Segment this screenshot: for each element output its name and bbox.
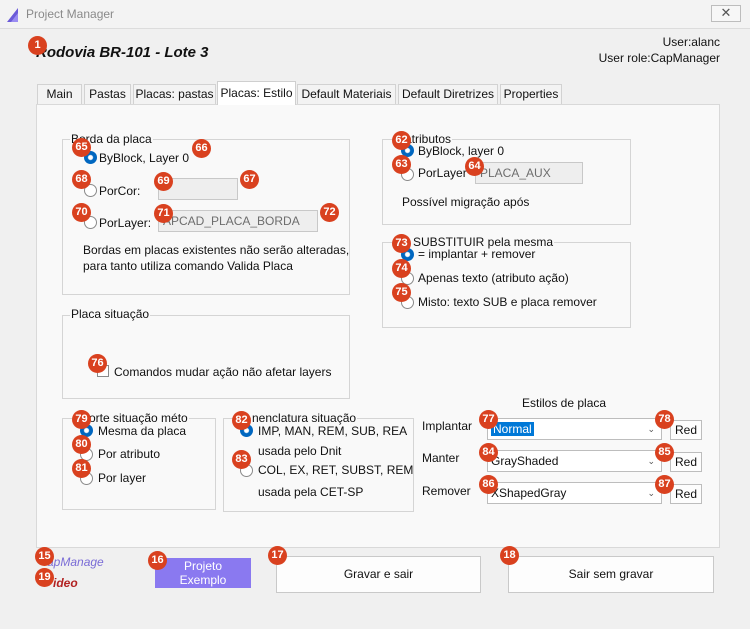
borda-note-line2: para tanto utiliza comando Valida Placa	[83, 259, 293, 273]
estilo-manter-value: GrayShaded	[491, 454, 559, 468]
badge-65: 65	[72, 138, 91, 157]
badge-15: 15	[35, 547, 54, 566]
estilo-manter-select[interactable]: GrayShaded ⌄	[487, 450, 662, 472]
badge-70: 70	[72, 203, 91, 222]
app-logo-icon	[7, 8, 18, 22]
user-role-label: User role:CapManager	[598, 51, 720, 65]
badge-77: 77	[479, 410, 498, 429]
tab-pastas[interactable]: Pastas	[84, 84, 131, 104]
badge-72: 72	[320, 203, 339, 222]
suporte-opt2-label: Por atributo	[98, 447, 161, 461]
badge-84: 84	[479, 443, 498, 462]
badge-67: 67	[240, 170, 259, 189]
close-button[interactable]: ✕	[711, 5, 741, 22]
estilo-implantar-label: Implantar	[422, 419, 473, 433]
estilo-remover-red-button[interactable]: Red	[670, 484, 702, 504]
badge-76: 76	[88, 354, 107, 373]
nomenclatura-opt2-line1: COL, EX, RET, SUBST, REM	[258, 463, 414, 477]
borda-byblock-label: ByBlock, Layer 0	[99, 151, 190, 165]
situacao-group-label: Placa situação	[70, 307, 151, 321]
chevron-down-icon: ⌄	[647, 488, 655, 498]
chevron-down-icon: ⌄	[647, 424, 655, 434]
borda-porlayer-label: PorLayer:	[99, 216, 152, 230]
badge-74: 74	[392, 259, 411, 278]
save-exit-button[interactable]: Gravar e sair	[276, 556, 481, 593]
estilo-remover-label: Remover	[422, 484, 471, 498]
suporte-opt1-label: Mesma da placa	[98, 424, 187, 438]
badge-71: 71	[154, 204, 173, 223]
badge-78: 78	[655, 410, 674, 429]
situacao-checkbox-label: Comandos mudar ação não afetar layers	[114, 365, 332, 379]
badge-62: 62	[392, 131, 411, 150]
suporte-group-label: orte situação méto	[88, 411, 189, 425]
user-label: User:alanc	[662, 35, 720, 49]
badge-73: 73	[392, 234, 411, 253]
tab-placas-pastas[interactable]: Placas: pastas	[133, 84, 216, 104]
tab-default-diretrizes[interactable]: Default Diretrizes	[398, 84, 498, 104]
estilo-manter-label: Manter	[422, 451, 460, 465]
atributos-byblock-label: ByBlock, layer 0	[418, 144, 505, 158]
badge-69: 69	[154, 172, 173, 191]
substituir-opt1-label: = implantar + remover	[418, 247, 536, 261]
suporte-opt3-label: Por layer	[98, 471, 147, 485]
badge-80: 80	[72, 435, 91, 454]
nomenclatura-opt2-line2: usada pela CET-SP	[258, 485, 364, 499]
exit-without-save-button[interactable]: Sair sem gravar	[508, 556, 714, 593]
estilo-implantar-select[interactable]: Normal ⌄	[487, 418, 662, 440]
substituir-opt3-label: Misto: texto SUB e placa remover	[418, 295, 597, 309]
badge-68: 68	[72, 170, 91, 189]
borda-layer-field[interactable]: APCAD_PLACA_BORDA	[158, 210, 318, 232]
badge-85: 85	[655, 443, 674, 462]
nomenclatura-opt1-line2: usada pelo Dnit	[258, 444, 342, 458]
brand-video[interactable]: ideo	[53, 576, 78, 590]
nomenclatura-group-label: nenclatura situação	[251, 411, 358, 425]
brand-capmanage: apManage	[47, 555, 104, 569]
borda-porcor-label: PorCor:	[99, 184, 141, 198]
badge-87: 87	[655, 475, 674, 494]
estilo-implantar-value: Normal	[491, 422, 534, 436]
tab-main[interactable]: Main	[37, 84, 82, 104]
badge-81: 81	[72, 459, 91, 478]
estilo-manter-red-button[interactable]: Red	[670, 452, 702, 472]
badge-17: 17	[268, 546, 287, 565]
substituir-opt2-label: Apenas texto (atributo ação)	[418, 271, 569, 285]
badge-18: 18	[500, 546, 519, 565]
atributos-note: Possível migração após	[402, 195, 530, 209]
estilo-implantar-red-button[interactable]: Red	[670, 420, 702, 440]
atributos-porlayer-label: PorLayer	[418, 166, 467, 180]
badge-86: 86	[479, 475, 498, 494]
badge-82: 82	[232, 411, 251, 430]
tab-placas-estilo[interactable]: Placas: Estilo	[217, 81, 296, 105]
badge-79: 79	[72, 410, 91, 429]
estilo-remover-value: XShapedGray	[491, 486, 567, 500]
tab-properties[interactable]: Properties	[500, 84, 562, 104]
estilos-title: Estilos de placa	[522, 396, 607, 410]
window-title: Project Manager	[26, 7, 115, 21]
atributos-layer-field[interactable]: PLACA_AUX	[475, 162, 583, 184]
project-title: Rodovia BR-101 - Lote 3	[36, 44, 209, 61]
badge-16: 16	[148, 551, 167, 570]
badge-19: 19	[35, 568, 54, 587]
borda-note-line1: Bordas em placas existentes não serão al…	[83, 243, 350, 257]
badge-83: 83	[232, 450, 251, 469]
badge-63: 63	[392, 155, 411, 174]
projeto-exemplo-button[interactable]: Projeto Exemplo	[155, 558, 251, 588]
badge-64: 64	[465, 157, 484, 176]
badge-75: 75	[392, 283, 411, 302]
tab-default-materiais[interactable]: Default Materiais	[297, 84, 396, 104]
badge-1: 1	[28, 36, 47, 55]
badge-66: 66	[192, 139, 211, 158]
nomenclatura-opt1-line1: IMP, MAN, REM, SUB, REA	[258, 424, 408, 438]
estilo-remover-select[interactable]: XShapedGray ⌄	[487, 482, 662, 504]
chevron-down-icon: ⌄	[647, 456, 655, 466]
